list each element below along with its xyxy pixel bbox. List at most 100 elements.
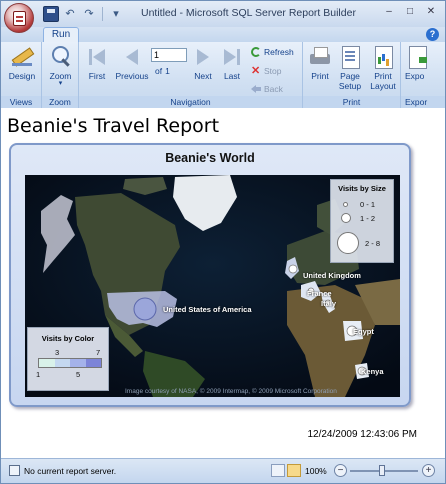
previous-page-icon	[120, 45, 144, 69]
report-timestamp: 12/24/2009 12:43:06 PM	[307, 429, 417, 440]
color-swatch	[85, 359, 101, 367]
design-icon	[10, 45, 34, 69]
country-label-egypt: Egypt	[353, 327, 374, 336]
small-bubble-icon	[343, 202, 348, 207]
views-group: Design Views	[1, 42, 42, 108]
server-status-icon	[9, 465, 20, 476]
server-status-text: No current report server.	[24, 466, 117, 476]
zoom-button[interactable]: Zoom ▾	[44, 45, 77, 87]
color-swatch	[54, 359, 70, 367]
refresh-label: Refresh	[264, 47, 294, 57]
next-page-button[interactable]: Next	[190, 45, 216, 81]
world-map[interactable]: United Kingdom France Italy United State…	[25, 175, 400, 397]
export-label: Expo	[405, 71, 425, 81]
size-legend-item: 0 - 1	[343, 200, 375, 209]
zoom-group: Zoom ▾ Zoom	[42, 42, 79, 108]
color-swatch	[39, 359, 55, 367]
country-label-kenya: Kenya	[361, 367, 384, 376]
view-buttons	[271, 464, 301, 477]
refresh-icon	[251, 47, 261, 57]
size-legend-title: Visits by Size	[338, 184, 386, 193]
design-view-icon[interactable]	[271, 464, 285, 477]
zoom-group-label: Zoom	[42, 96, 78, 108]
zoom-icon	[49, 45, 73, 69]
first-label: First	[88, 71, 106, 81]
qat-separator	[102, 7, 103, 21]
next-label: Next	[194, 71, 212, 81]
report-builder-window: ↶ ↷ ▾ Untitled - Microsoft SQL Server Re…	[0, 0, 446, 484]
maximize-icon[interactable]: □	[400, 4, 420, 21]
country-label-uk: United Kingdom	[303, 271, 361, 280]
export-icon	[405, 45, 429, 69]
print-layout-icon	[371, 45, 395, 69]
print-button[interactable]: Print	[306, 45, 334, 81]
previous-label: Previous	[115, 71, 149, 81]
page-number-input[interactable]	[151, 48, 187, 62]
medium-bubble-icon	[341, 213, 351, 223]
color-legend-tick: 7	[96, 348, 101, 357]
page-setup-label-1: Page	[340, 71, 360, 81]
back-label: Back	[264, 84, 283, 94]
close-icon[interactable]: ✕	[421, 4, 441, 21]
zoom-slider-thumb[interactable]	[379, 465, 385, 476]
size-legend: Visits by Size 0 - 1 1 - 2 2 - 8	[330, 179, 394, 263]
first-page-button[interactable]: First	[83, 45, 111, 81]
customize-qat-icon[interactable]: ▾	[108, 6, 124, 22]
zoom-in-icon[interactable]: +	[422, 464, 435, 477]
print-layout-label-1: Print	[374, 71, 392, 81]
minimize-icon[interactable]: –	[379, 4, 399, 21]
ribbon: Design Views Zoom ▾ Zoom First Previous …	[1, 42, 445, 108]
previous-page-button[interactable]: Previous	[113, 45, 151, 81]
back-button[interactable]: Back	[251, 84, 283, 94]
page-setup-button[interactable]: Page Setup	[335, 45, 365, 91]
report-viewer[interactable]: Beanie's Travel Report Beanie's World Un…	[1, 109, 445, 458]
color-scale	[38, 358, 102, 368]
last-page-icon	[220, 45, 244, 69]
navigation-group-label: Navigation	[79, 96, 302, 108]
last-page-button[interactable]: Last	[219, 45, 245, 81]
views-group-label: Views	[1, 96, 41, 108]
window-controls: – □ ✕	[379, 4, 441, 21]
color-legend-title: Visits by Color	[41, 334, 95, 343]
help-icon[interactable]: ?	[426, 28, 439, 41]
map-title: Beanie's World	[165, 151, 255, 165]
print-layout-label-2: Layout	[370, 81, 396, 91]
report-title: Beanie's Travel Report	[7, 115, 220, 137]
stop-button[interactable]: ✕ Stop	[251, 65, 282, 77]
color-swatch	[70, 359, 86, 367]
redo-icon[interactable]: ↷	[81, 6, 97, 22]
page-setup-label-2: Setup	[338, 81, 362, 91]
of-label: of	[155, 66, 163, 76]
total-pages: 1	[165, 66, 170, 76]
save-icon[interactable]	[43, 6, 59, 22]
zoom-out-icon[interactable]: −	[334, 464, 347, 477]
color-legend-tick: 3	[55, 348, 60, 357]
back-icon	[251, 85, 261, 93]
design-label: Design	[8, 71, 36, 81]
print-group: Print Page Setup Print Layout Print	[303, 42, 401, 108]
stop-icon: ✕	[251, 65, 261, 77]
page-count: of 1	[155, 66, 170, 76]
design-button[interactable]: Design	[5, 45, 39, 81]
tab-run[interactable]: Run	[43, 27, 79, 42]
map-panel: Beanie's World United Kingdom France Ita…	[9, 143, 411, 407]
country-label-usa: United States of America	[163, 305, 252, 314]
run-view-icon[interactable]	[287, 464, 301, 477]
refresh-button[interactable]: Refresh	[251, 47, 294, 57]
size-legend-item: 2 - 8	[337, 232, 380, 254]
country-label-italy: Italy	[321, 299, 337, 308]
zoom-dropdown-icon: ▾	[58, 80, 63, 87]
print-group-label: Print	[303, 96, 400, 108]
size-legend-item: 1 - 2	[341, 213, 375, 223]
report-builder-logo-icon	[13, 11, 26, 26]
quick-access-toolbar: ↶ ↷ ▾	[43, 6, 124, 22]
print-label: Print	[311, 71, 329, 81]
application-button[interactable]	[4, 3, 34, 33]
map-copyright: Image courtesy of NASA, © 2009 Intermap,…	[125, 388, 337, 395]
undo-icon[interactable]: ↶	[62, 6, 78, 22]
large-bubble-icon	[337, 232, 359, 254]
page-setup-icon	[338, 45, 362, 69]
print-layout-button[interactable]: Print Layout	[366, 45, 400, 91]
export-button[interactable]: Expo	[405, 45, 445, 81]
stop-label: Stop	[264, 66, 282, 76]
